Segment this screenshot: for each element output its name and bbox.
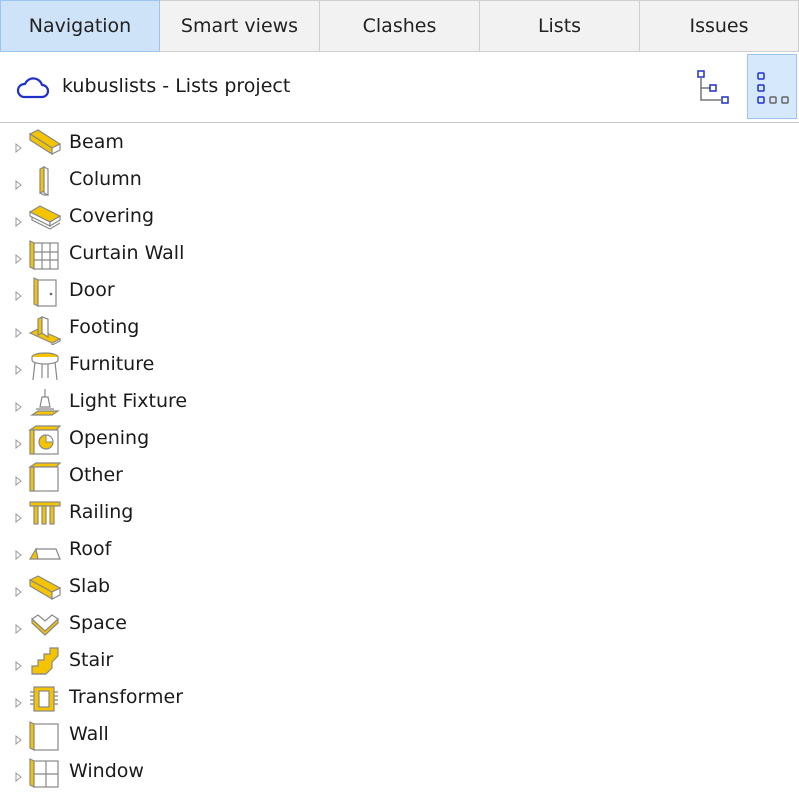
expand-arrow-icon[interactable] xyxy=(15,545,23,564)
tree-item-roof[interactable]: Roof xyxy=(0,532,799,569)
tree-item-label: Space xyxy=(69,612,127,634)
tree-item-door[interactable]: Door xyxy=(0,273,799,310)
tree-item-label: Furniture xyxy=(69,353,155,375)
tab-bar: Navigation Smart views Clashes Lists Iss… xyxy=(0,0,799,52)
tree-item-furniture[interactable]: Furniture xyxy=(0,347,799,384)
tree-item-label: Covering xyxy=(69,205,155,227)
tab-issues[interactable]: Issues xyxy=(640,0,799,52)
tree-item-space[interactable]: Space xyxy=(0,606,799,643)
expand-arrow-icon[interactable] xyxy=(15,619,23,638)
tab-navigation[interactable]: Navigation xyxy=(0,0,160,52)
tree-item-railing[interactable]: Railing xyxy=(0,495,799,532)
expand-arrow-icon[interactable] xyxy=(15,767,23,786)
tree-item-transformer[interactable]: Transformer xyxy=(0,680,799,717)
project-header: kubuslists - Lists project xyxy=(0,52,799,123)
tree-item-label: Light Fixture xyxy=(69,390,188,412)
tree-item-slab[interactable]: Slab xyxy=(0,569,799,606)
stair-icon xyxy=(28,646,62,678)
covering-icon xyxy=(28,202,62,234)
tree-item-opening[interactable]: Opening xyxy=(0,421,799,458)
tree-item-label: Wall xyxy=(69,723,109,745)
tree-item-label: Door xyxy=(69,279,115,301)
expand-arrow-icon[interactable] xyxy=(15,582,23,601)
tree-item-label: Column xyxy=(69,168,142,190)
footing-icon xyxy=(28,313,62,346)
tree-item-other[interactable]: Other xyxy=(0,458,799,495)
tree-item-label: Slab xyxy=(69,575,111,597)
expand-arrow-icon[interactable] xyxy=(15,471,23,490)
expand-arrow-icon[interactable] xyxy=(15,656,23,675)
hierarchy-view-icon xyxy=(697,70,729,104)
tab-smart-views[interactable]: Smart views xyxy=(160,0,320,52)
tree-item-curtain-wall[interactable]: Curtain Wall xyxy=(0,236,799,273)
roof-icon xyxy=(28,535,62,567)
expand-arrow-icon[interactable] xyxy=(15,397,23,416)
light-fixture-icon xyxy=(28,387,62,419)
expand-arrow-icon[interactable] xyxy=(15,508,23,527)
tree-item-label: Stair xyxy=(69,649,114,671)
tree-item-label: Other xyxy=(69,464,123,486)
tree-item-window[interactable]: Window xyxy=(0,754,799,791)
project-title: kubuslists - Lists project xyxy=(62,75,291,97)
wall-icon xyxy=(28,720,62,752)
hierarchy-view-button[interactable] xyxy=(690,66,734,110)
tree-item-label: Curtain Wall xyxy=(69,242,185,264)
tree-item-label: Beam xyxy=(69,131,124,153)
tree-item-covering[interactable]: Covering xyxy=(0,199,799,236)
furniture-icon xyxy=(28,350,62,382)
other-icon xyxy=(28,461,62,493)
tree-item-beam[interactable]: Beam xyxy=(0,125,799,162)
tree-item-stair[interactable]: Stair xyxy=(0,643,799,680)
beam-icon xyxy=(28,128,62,160)
tab-lists[interactable]: Lists xyxy=(480,0,640,52)
grid-view-button[interactable] xyxy=(747,54,797,119)
expand-arrow-icon[interactable] xyxy=(15,249,23,268)
transformer-icon xyxy=(28,683,62,715)
slab-icon xyxy=(28,572,62,604)
expand-arrow-icon[interactable] xyxy=(15,138,23,157)
tree-item-label: Railing xyxy=(69,501,134,523)
expand-arrow-icon[interactable] xyxy=(15,323,23,342)
expand-arrow-icon[interactable] xyxy=(15,360,23,379)
opening-icon xyxy=(28,424,62,456)
railing-icon xyxy=(28,498,62,530)
tree-item-label: Window xyxy=(69,760,144,782)
curtain-wall-icon xyxy=(28,239,62,271)
grid-view-icon xyxy=(757,72,789,104)
expand-arrow-icon[interactable] xyxy=(15,286,23,305)
tree-item-wall[interactable]: Wall xyxy=(0,717,799,754)
tree-item-label: Opening xyxy=(69,427,150,449)
expand-arrow-icon[interactable] xyxy=(15,693,23,712)
column-icon xyxy=(28,165,62,197)
tree-item-light-fixture[interactable]: Light Fixture xyxy=(0,384,799,421)
door-icon xyxy=(28,276,62,308)
tree-item-label: Footing xyxy=(69,316,140,338)
space-icon xyxy=(28,609,62,641)
expand-arrow-icon[interactable] xyxy=(15,434,23,453)
expand-arrow-icon[interactable] xyxy=(15,212,23,231)
tree-item-label: Roof xyxy=(69,538,112,560)
expand-arrow-icon[interactable] xyxy=(15,175,23,194)
expand-arrow-icon[interactable] xyxy=(15,730,23,749)
tab-clashes[interactable]: Clashes xyxy=(320,0,480,52)
tree-item-column[interactable]: Column xyxy=(0,162,799,199)
window-icon xyxy=(28,757,62,789)
tree-item-label: Transformer xyxy=(69,686,184,708)
tree-item-footing[interactable]: Footing xyxy=(0,310,799,347)
cloud-icon xyxy=(16,76,50,104)
